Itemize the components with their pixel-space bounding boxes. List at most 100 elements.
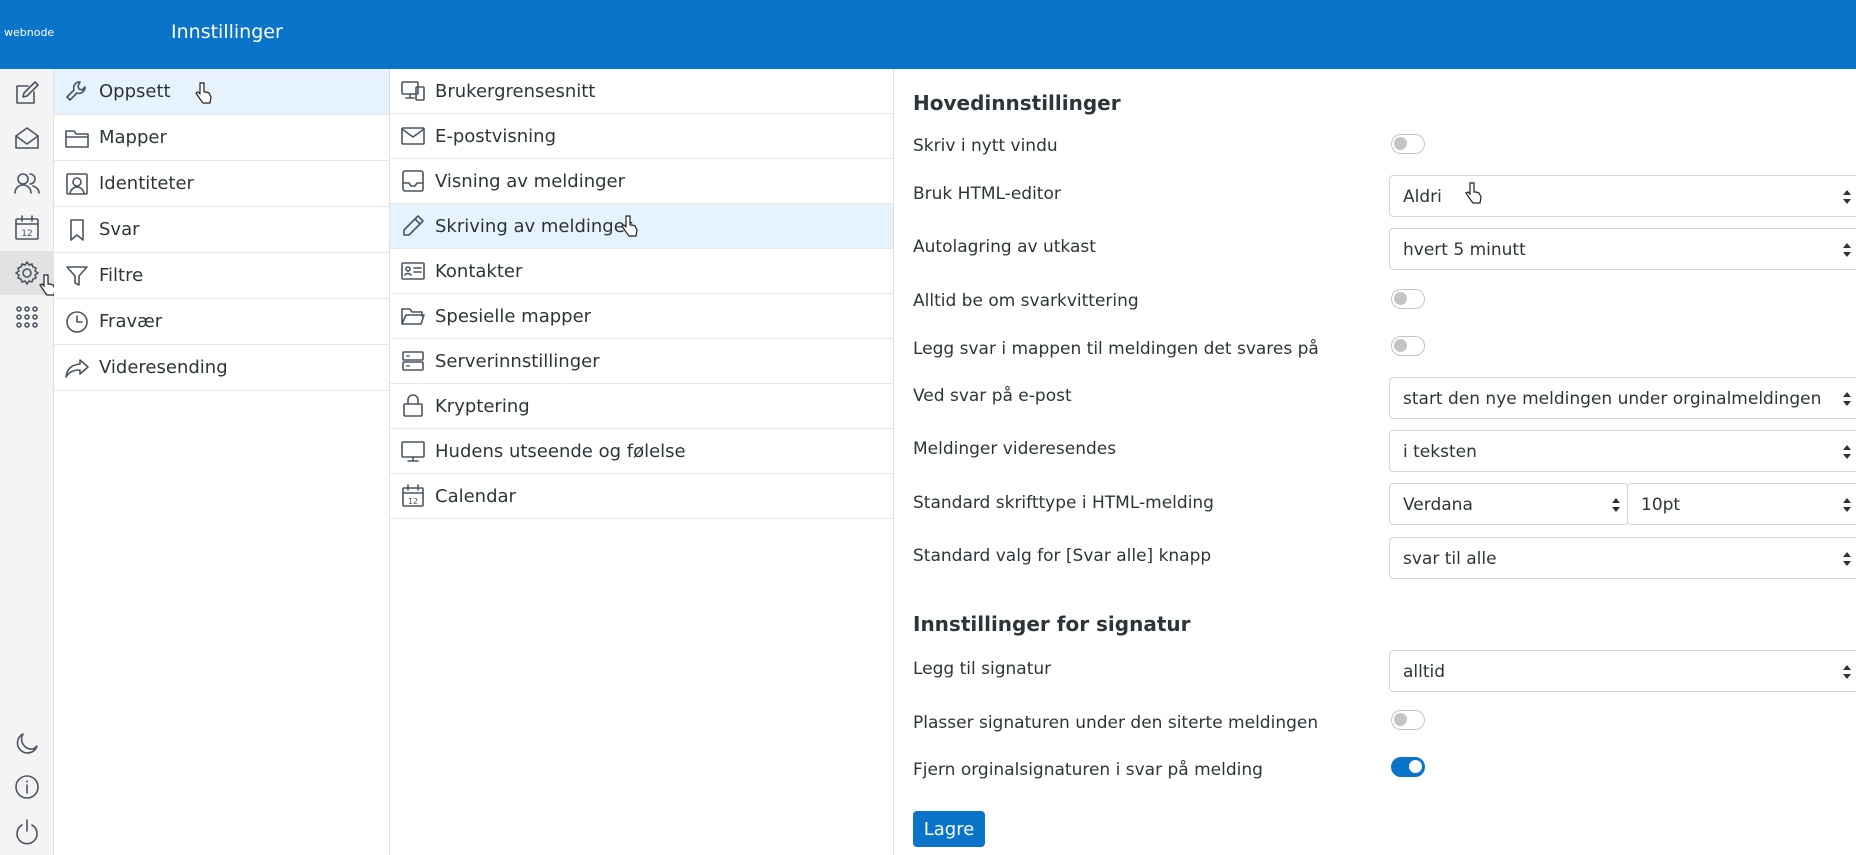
section-item-visning-av-meldinger[interactable]: Visning av meldinger: [390, 159, 893, 204]
font-size-select[interactable]: 10pt: [1627, 483, 1856, 525]
reply-all-select[interactable]: svar til alle: [1389, 537, 1856, 579]
row-label: Legg svar i mappen til meldingen det sva…: [913, 339, 1319, 359]
toggle-knob: [1394, 292, 1407, 305]
section-item-kontakter[interactable]: Kontakter: [390, 249, 893, 294]
settings-nav-item-svar[interactable]: Svar: [54, 207, 389, 253]
html-editor-select[interactable]: Aldri: [1389, 175, 1856, 217]
clock-icon: [66, 310, 88, 333]
section-item-kryptering[interactable]: Kryptering: [390, 384, 893, 429]
logout-icon: [16, 819, 38, 845]
select-arrows-icon: [1843, 498, 1851, 512]
toggle-strip-signature[interactable]: [1391, 757, 1425, 777]
folder-icon: [65, 129, 89, 148]
dark-mode-icon: [16, 733, 38, 754]
calendar-button[interactable]: 12: [0, 206, 54, 250]
settings-nav-item-mapper[interactable]: Mapper: [54, 115, 389, 161]
filter-icon: [66, 265, 88, 286]
svg-text:12: 12: [408, 497, 418, 506]
save-button[interactable]: Lagre: [913, 811, 985, 847]
toggle-read-receipt[interactable]: [1391, 289, 1425, 309]
select-arrows-icon: [1843, 392, 1851, 406]
section-item-calendar[interactable]: 12 Calendar: [390, 474, 893, 519]
section-title-main: Hovedinnstillinger: [913, 91, 1121, 115]
select-arrows-icon: [1843, 243, 1851, 257]
autosave-select[interactable]: hvert 5 minutt: [1389, 228, 1856, 270]
dark-mode-button[interactable]: [0, 721, 54, 765]
select-value: start den nye meldingen under orginalmel…: [1403, 389, 1822, 409]
settings-nav-item-videresending[interactable]: Videresending: [54, 345, 389, 391]
compose-icon: [16, 81, 39, 104]
add-signature-select[interactable]: alltid: [1389, 650, 1856, 692]
bookmark-icon: [70, 218, 84, 241]
settings-nav-label: Svar: [99, 219, 140, 240]
toggle-new-window[interactable]: [1391, 134, 1425, 154]
select-value: Verdana: [1403, 495, 1473, 515]
logout-button[interactable]: [0, 809, 54, 853]
section-item-label: Hudens utseende og følelse: [435, 440, 686, 462]
pencil-icon: [403, 215, 424, 236]
settings-nav-label: Fravær: [99, 311, 163, 332]
settings-nav-label: Filtre: [99, 265, 144, 286]
section-item-skriving-av-meldinger[interactable]: Skriving av meldinger: [390, 204, 893, 249]
toggle-knob: [1394, 713, 1407, 726]
row-label: Legg til signatur: [913, 659, 1052, 679]
compose-button[interactable]: [0, 71, 54, 115]
mouse-pointer-icon: [195, 82, 212, 104]
calendar-icon: 12: [15, 215, 39, 240]
top-bar: webnode Innstillinger: [0, 0, 1856, 69]
row-label: Ved svar på e-post: [913, 386, 1072, 406]
font-family-select[interactable]: Verdana: [1389, 483, 1628, 525]
app-nav-bar: 12: [0, 69, 56, 855]
section-item-brukergrensesnitt[interactable]: Brukergrensesnitt: [390, 69, 893, 114]
wrench-icon: [66, 80, 86, 101]
reply-mode-select[interactable]: start den nye meldingen under orginalmel…: [1389, 377, 1856, 419]
select-arrows-icon: [1612, 498, 1620, 512]
section-item-label: Kryptering: [435, 395, 530, 417]
row-label: Standard valg for [Svar alle] knapp: [913, 546, 1212, 566]
settings-nav-item-filtre[interactable]: Filtre: [54, 253, 389, 299]
toggle-reply-same-folder[interactable]: [1391, 336, 1425, 356]
lock-icon: [403, 394, 423, 417]
row-label: Alltid be om svarkvittering: [913, 291, 1139, 311]
settings-nav-item-oppsett[interactable]: Oppsett: [54, 69, 389, 115]
settings-nav-item-fravaer[interactable]: Fravær: [54, 299, 389, 345]
identity-icon: [66, 172, 88, 195]
row-label: Skriv i nytt vindu: [913, 136, 1058, 156]
select-value: 10pt: [1641, 495, 1681, 515]
select-arrows-icon: [1843, 665, 1851, 679]
section-item-label: Kontakter: [435, 260, 523, 282]
settings-nav: Oppsett Mapper Identiteter Svar Filtre F…: [54, 69, 390, 855]
section-item-serverinnstillinger[interactable]: Serverinnstillinger: [390, 339, 893, 384]
contacts-button[interactable]: [0, 161, 54, 205]
select-value: i teksten: [1403, 442, 1477, 462]
settings-nav-item-identiteter[interactable]: Identiteter: [54, 161, 389, 207]
envelope-icon: [401, 127, 425, 145]
section-item-hudens-utseende[interactable]: Hudens utseende og følelse: [390, 429, 893, 474]
select-arrows-icon: [1843, 190, 1851, 204]
settings-nav-label: Videresending: [99, 357, 228, 378]
forward-icon: [65, 358, 89, 378]
mail-button[interactable]: [0, 116, 54, 160]
toggle-knob: [1394, 339, 1407, 352]
section-title-signature: Innstillinger for signatur: [913, 612, 1191, 636]
logo[interactable]: webnode: [4, 26, 54, 39]
select-arrows-icon: [1843, 445, 1851, 459]
row-label: Autolagring av utkast: [913, 237, 1096, 257]
select-value: svar til alle: [1403, 549, 1497, 569]
apps-button[interactable]: [0, 295, 54, 339]
info-button[interactable]: [0, 765, 54, 809]
apps-icon: [16, 306, 38, 328]
toggle-signature-below[interactable]: [1391, 710, 1425, 730]
section-item-label: Skriving av meldinger: [435, 215, 633, 237]
settings-nav-label: Mapper: [99, 127, 167, 148]
mouse-pointer-icon: [621, 215, 638, 237]
folder-open-icon: [401, 308, 425, 325]
section-item-e-postvisning[interactable]: E-postvisning: [390, 114, 893, 159]
calendar-icon: 12: [402, 484, 424, 507]
select-value: Aldri: [1403, 187, 1442, 207]
page-title: Innstillinger: [171, 21, 283, 43]
section-item-spesielle-mapper[interactable]: Spesielle mapper: [390, 294, 893, 339]
section-list: Brukergrensesnitt E-postvisning Visning …: [390, 69, 894, 855]
svg-text:12: 12: [21, 229, 32, 239]
forward-mode-select[interactable]: i teksten: [1389, 430, 1856, 472]
